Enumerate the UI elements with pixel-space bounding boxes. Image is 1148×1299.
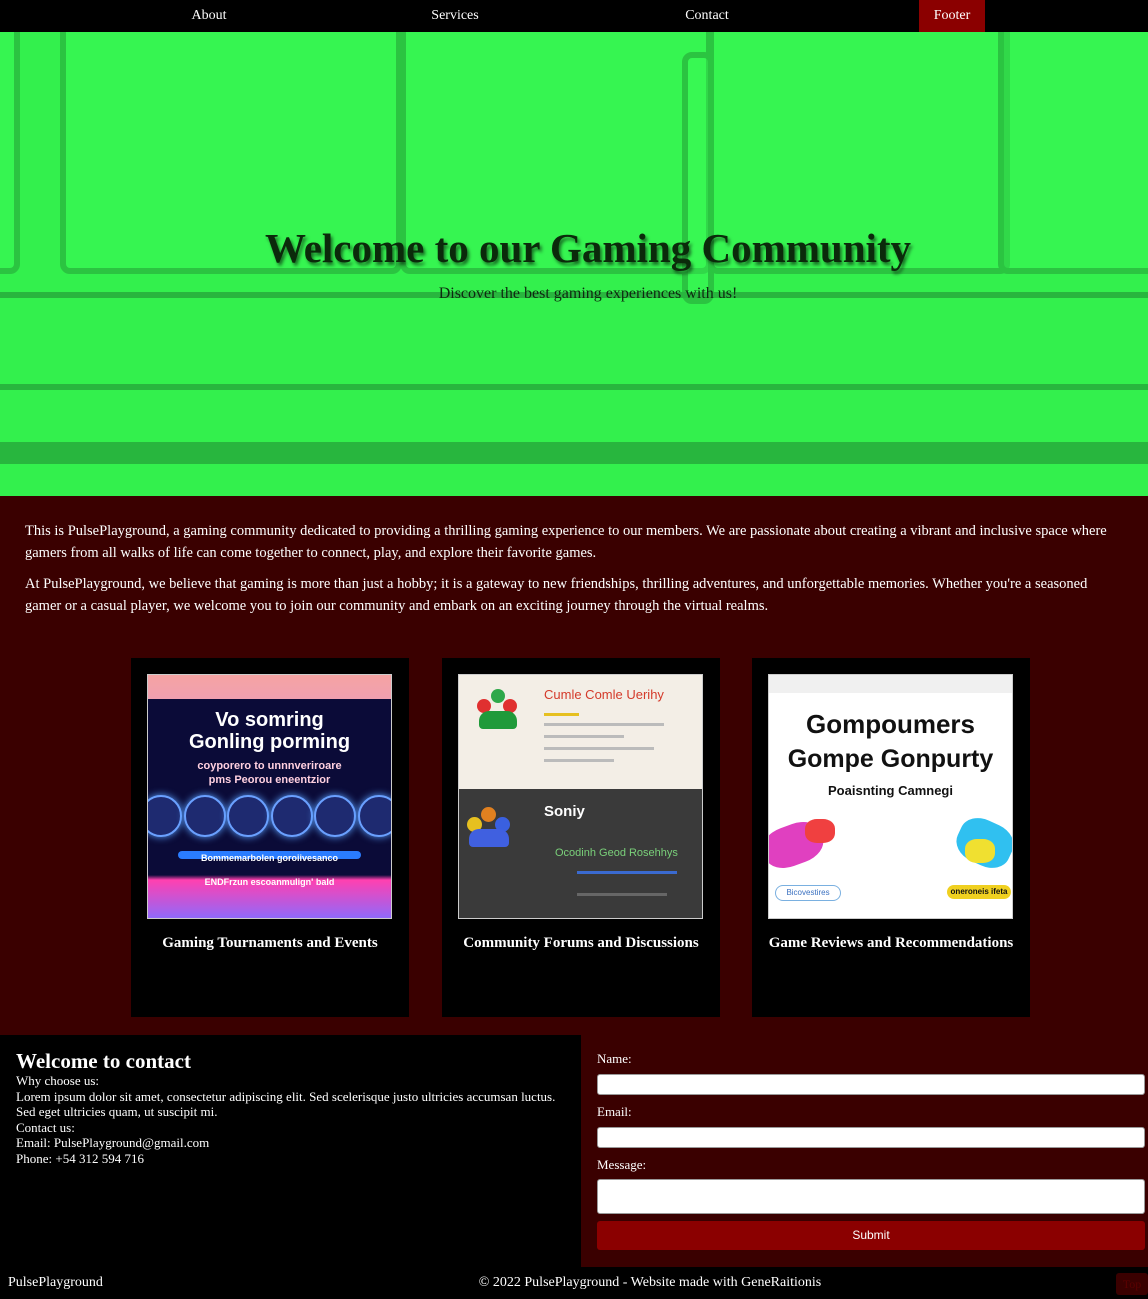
- image-text: Vo somring Gonling porming: [188, 709, 351, 753]
- email-label: Email:: [597, 1104, 632, 1119]
- email-input[interactable]: [597, 1127, 1145, 1148]
- top-nav: About Services Contact Footer: [0, 0, 1148, 32]
- back-to-top-button[interactable]: Top: [1116, 1273, 1148, 1295]
- contact-text: Why choose us: Lorem ipsum dolor sit ame…: [16, 1073, 568, 1166]
- hero-title: Welcome to our Gaming Community: [264, 225, 912, 271]
- contact-heading: Welcome to contact: [16, 1049, 191, 1073]
- about-paragraph: At PulsePlayground, we believe that gami…: [25, 576, 1088, 614]
- reviews-image: Gompoumers Gompe Gonpurty Poaisnting Cam…: [768, 674, 1013, 919]
- name-input[interactable]: [597, 1074, 1145, 1095]
- image-text: coyporero to unnnveriroare pms Peorou ene…: [197, 760, 342, 786]
- about-section: This is PulsePlayground, a gaming commun…: [25, 520, 1125, 626]
- image-text: Gompe Gonpurty: [787, 745, 994, 773]
- contact-line: Contact us:: [16, 1119, 75, 1135]
- hero-bg-band: [0, 442, 1148, 464]
- decorative-shape: [965, 839, 995, 863]
- nav-item-contact[interactable]: Contact: [676, 0, 738, 32]
- people-icon: [465, 807, 515, 851]
- people-icon: [473, 689, 523, 733]
- nav-item-footer[interactable]: Footer: [919, 0, 985, 32]
- about-paragraph: This is PulsePlayground, a gaming commun…: [25, 523, 1107, 561]
- image-text: Soniy: [544, 803, 585, 820]
- contact-form: Name: Email: Message: Submit: [581, 1035, 1148, 1267]
- footer: PulsePlayground © 2022 PulsePlayground -…: [0, 1267, 1148, 1299]
- message-textarea[interactable]: [597, 1179, 1145, 1214]
- service-card-forums[interactable]: Cumle Comle Uerihy Soniy Ocodinh Geod Ro…: [442, 658, 720, 1017]
- card-caption: Community Forums and Discussions: [463, 935, 699, 951]
- contact-phone: Phone: +54 312 594 716: [16, 1150, 144, 1166]
- nav-item-services[interactable]: Services: [420, 0, 490, 32]
- card-caption: Gaming Tournaments and Events: [162, 935, 378, 951]
- service-card-tournaments[interactable]: Vo somring Gonling porming coyporero to u…: [131, 658, 409, 1017]
- tournaments-image: Vo somring Gonling porming coyporero to u…: [147, 674, 392, 919]
- nav-item-about[interactable]: About: [183, 0, 235, 32]
- hero-subtitle: Discover the best gaming experiences wit…: [438, 285, 738, 302]
- contact-email: Email: PulsePlayground@gmail.com: [16, 1135, 210, 1150]
- image-text: Ocodinh Geod Rosehhys: [555, 847, 678, 859]
- image-text: Gompoumers: [805, 709, 976, 739]
- contact-line: Why choose us:: [16, 1073, 100, 1088]
- image-text: Bommemarbolen goroiivesanco: [200, 853, 339, 863]
- image-text: Poaisnting Camnegi: [828, 783, 953, 798]
- footer-copyright: © 2022 PulsePlayground - Website made wi…: [478, 1275, 822, 1290]
- image-text: Cumle Comle Uerihy: [544, 687, 664, 702]
- image-text: ENDFrzun escoanmulign' bald: [204, 877, 335, 887]
- image-pill: Bicovestires: [775, 885, 841, 901]
- hero-bg-band: [0, 384, 1148, 390]
- hero-banner: Welcome to our Gaming Community Discover…: [0, 32, 1148, 496]
- forums-image: Cumle Comle Uerihy Soniy Ocodinh Geod Ro…: [458, 674, 703, 919]
- image-circles: [148, 795, 391, 837]
- image-topbar: [769, 675, 1012, 693]
- image-pill: oneroneis ifeta: [947, 885, 1011, 899]
- submit-button[interactable]: Submit: [597, 1221, 1145, 1250]
- name-label: Name:: [597, 1051, 632, 1066]
- contact-info: Welcome to contact Why choose us: Lorem …: [0, 1035, 581, 1267]
- message-label: Message:: [597, 1157, 647, 1172]
- service-card-reviews[interactable]: Gompoumers Gompe Gonpurty Poaisnting Cam…: [752, 658, 1030, 1017]
- decorative-shape: [805, 819, 835, 843]
- contact-line: Lorem ipsum dolor sit amet, consectetur …: [16, 1088, 556, 1120]
- card-caption: Game Reviews and Recommendations: [768, 935, 1014, 951]
